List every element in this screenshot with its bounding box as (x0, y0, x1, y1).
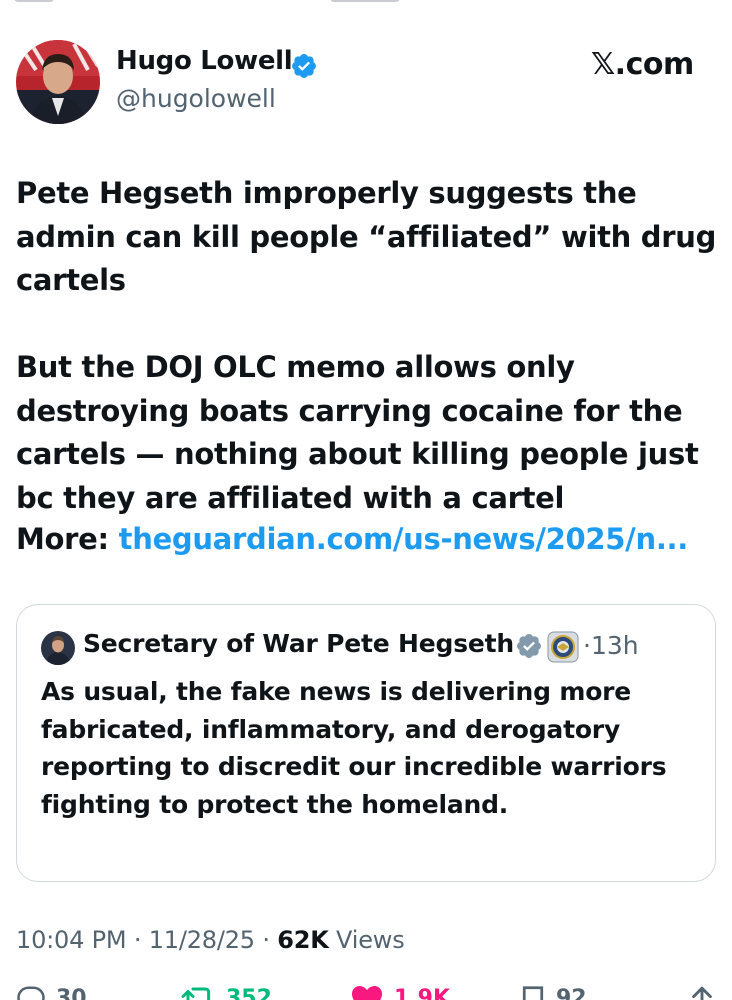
quote-author-name[interactable]: Secretary of War Pete Hegseth (83, 629, 514, 658)
quoted-tweet[interactable]: Secretary of War Pete Hegseth ·13h As us… (16, 604, 716, 882)
dod-seal-icon (547, 631, 579, 663)
verified-badge-icon (290, 52, 318, 80)
views-count: 62K (277, 926, 329, 954)
like-count: 1.9K (394, 986, 451, 1000)
quote-verified-badge-icon (515, 632, 543, 660)
bookmark-button[interactable]: 92 (520, 984, 587, 1000)
quote-timestamp: ·13h (583, 631, 639, 660)
tweet-time[interactable]: 10:04 PM (16, 926, 127, 954)
tweet-meta: 10:04 PM · 11/28/25 · 62K Views (16, 926, 405, 954)
like-button[interactable]: 1.9K (350, 984, 450, 1000)
tweet-text: Pete Hegseth improperly suggests the adm… (16, 176, 717, 515)
author-name[interactable]: Hugo Lowell (116, 46, 293, 76)
meta-separator: · (133, 926, 142, 954)
reply-icon (17, 986, 45, 1000)
quote-time-separator: · (583, 631, 591, 660)
action-bar: 30 352 1.9K 92 (0, 984, 732, 1000)
bookmark-count: 92 (556, 986, 587, 1000)
more-line: More: theguardian.com/us-news/2025/n... (16, 522, 688, 556)
reply-button[interactable]: 30 (16, 984, 87, 1000)
quote-time: 13h (590, 631, 639, 660)
article-link[interactable]: theguardian.com/us-news/2025/n... (119, 522, 689, 556)
repost-icon (181, 987, 214, 1000)
quote-author-avatar[interactable] (41, 631, 75, 665)
views-label: Views (336, 926, 405, 954)
bookmark-icon (522, 986, 544, 1000)
quote-text: As usual, the fake news is delivering mo… (41, 677, 667, 819)
repost-button[interactable]: 352 (180, 984, 272, 1000)
author-avatar[interactable] (16, 40, 100, 124)
more-label: More: (16, 522, 119, 556)
tweet-date[interactable]: 11/28/25 (149, 926, 255, 954)
repost-count: 352 (226, 986, 272, 1000)
share-icon (692, 986, 712, 1000)
meta-separator: · (262, 926, 270, 954)
like-icon (352, 986, 382, 1000)
author-handle[interactable]: @hugolowell (116, 84, 276, 113)
share-button[interactable] (690, 984, 714, 1000)
reply-count: 30 (56, 986, 87, 1000)
clipped-top-remnant (0, 0, 732, 4)
x-com-logo: 𝕏.com (591, 47, 694, 82)
